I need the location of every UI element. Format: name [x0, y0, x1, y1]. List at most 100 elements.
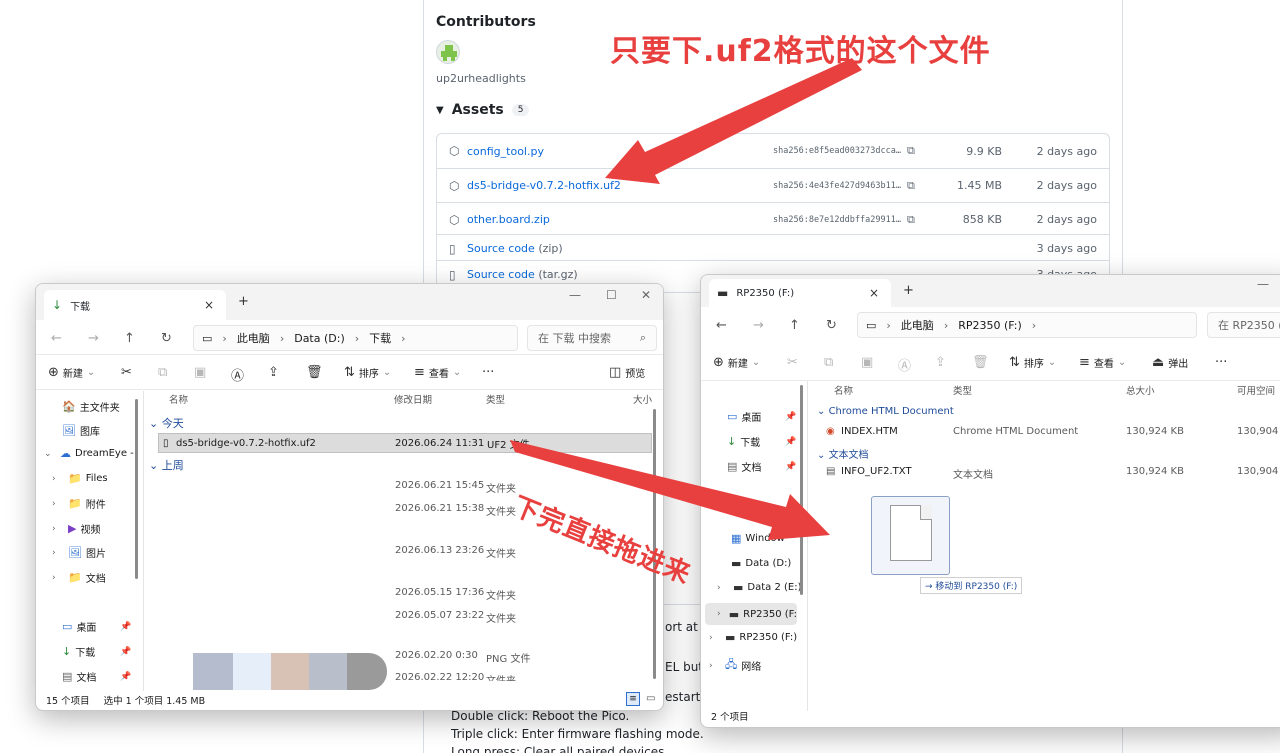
- sidebar-scrollbar[interactable]: [800, 385, 803, 595]
- sidebar-item-onedrive[interactable]: ⌄ ☁ DreamEye -: [44, 447, 134, 460]
- minimize-button[interactable]: —: [569, 288, 581, 302]
- sidebar-item-desktop[interactable]: ▭ 桌面 📌: [727, 409, 797, 424]
- group-header-chrome[interactable]: ⌄ Chrome HTML Document: [817, 406, 954, 417]
- sidebar-item-downloads[interactable]: ↓ 下载 📌: [727, 434, 797, 449]
- copy-button[interactable]: ⧉: [824, 355, 833, 370]
- group-header-last-week[interactable]: ⌄ 上周: [149, 457, 184, 473]
- new-button[interactable]: ⊕ 新建 ⌄: [48, 365, 95, 380]
- sidebar-item-documents-folder[interactable]: › 📁 文档: [52, 570, 106, 585]
- sidebar-item-files[interactable]: › 📁 Files: [52, 472, 108, 485]
- rename-button[interactable]: Ⓐ: [898, 355, 911, 374]
- sidebar-item-attachments[interactable]: › 📁 附件: [52, 496, 106, 511]
- assets-toggle[interactable]: ▼ Assets 5: [436, 102, 530, 118]
- sidebar-item-documents[interactable]: ▤ 文档 📌: [727, 459, 797, 474]
- up-arrow-icon[interactable]: ↑: [789, 318, 800, 333]
- breadcrumb-item[interactable]: Data (D:): [294, 332, 345, 345]
- sidebar-item-home[interactable]: 🏠 主文件夹: [62, 399, 120, 414]
- asset-link[interactable]: other.board.zip: [467, 213, 550, 226]
- forward-arrow-icon[interactable]: →: [753, 318, 764, 333]
- copy-icon[interactable]: ⧉: [907, 213, 915, 227]
- column-header-type[interactable]: 类型: [953, 383, 972, 397]
- breadcrumb-item[interactable]: 下载: [369, 330, 391, 346]
- cut-button[interactable]: ✂: [121, 365, 132, 380]
- asset-link[interactable]: Source code (tar.gz): [467, 268, 578, 281]
- pane-splitter[interactable]: [143, 391, 144, 691]
- forward-arrow-icon[interactable]: →: [88, 331, 99, 346]
- column-header-type[interactable]: 类型: [486, 392, 505, 406]
- sidebar-item-downloads[interactable]: ↓ 下载 📌: [62, 644, 132, 659]
- maximize-button[interactable]: ☐: [606, 288, 617, 302]
- delete-button[interactable]: 🗑: [306, 365, 323, 380]
- sidebar-item-data-e[interactable]: › ▬ Data 2 (E:): [717, 581, 802, 594]
- sidebar-item-desktop[interactable]: ▭ 桌面 📌: [62, 619, 132, 634]
- refresh-icon[interactable]: ↻: [826, 318, 837, 333]
- sidebar-item-rp2350[interactable]: › ▬ RP2350 (F:): [709, 631, 797, 644]
- back-arrow-icon[interactable]: ←: [51, 331, 62, 346]
- eject-button[interactable]: ⏏ 弹出: [1152, 355, 1188, 370]
- new-tab-button[interactable]: +: [903, 283, 914, 298]
- sort-button[interactable]: ⇅ 排序 ⌄: [344, 365, 391, 380]
- file-name[interactable]: INDEX.HTM: [841, 426, 898, 437]
- paste-button[interactable]: ▣: [194, 365, 206, 380]
- copy-icon[interactable]: ⧉: [907, 179, 915, 193]
- close-tab-icon[interactable]: ×: [869, 286, 879, 300]
- breadcrumb-item[interactable]: 此电脑: [237, 330, 270, 346]
- column-header-total-size[interactable]: 总大小: [1126, 383, 1155, 397]
- sidebar-item-windows[interactable]: ▦ Window: [731, 532, 785, 545]
- tab-rp2350[interactable]: ▬ RP2350 (F:) ×: [709, 279, 891, 307]
- new-tab-button[interactable]: +: [238, 294, 249, 309]
- new-button[interactable]: ⊕ 新建 ⌄: [713, 355, 760, 370]
- copy-button[interactable]: ⧉: [158, 365, 167, 380]
- refresh-icon[interactable]: ↻: [161, 331, 172, 346]
- back-arrow-icon[interactable]: ←: [716, 318, 727, 333]
- paste-button[interactable]: ▣: [861, 355, 873, 370]
- group-header-text[interactable]: ⌄ 文本文档: [817, 446, 869, 461]
- breadcrumb-item[interactable]: 此电脑: [901, 317, 934, 333]
- file-name[interactable]: INFO_UF2.TXT: [841, 466, 912, 477]
- file-row-selected[interactable]: ▯ ds5-bridge-v0.7.2-hotfix.uf2 2026.06.2…: [158, 433, 652, 453]
- close-tab-icon[interactable]: ×: [204, 298, 214, 312]
- more-options-button[interactable]: ···: [482, 365, 494, 380]
- preview-pane-button[interactable]: ◫ 预览: [609, 365, 645, 380]
- sort-button[interactable]: ⇅ 排序 ⌄: [1009, 355, 1056, 370]
- asset-link[interactable]: Source code (zip): [467, 242, 563, 255]
- details-view-icon[interactable]: ≡: [626, 692, 640, 706]
- up-arrow-icon[interactable]: ↑: [124, 331, 135, 346]
- sidebar-item-documents[interactable]: ▤ 文档 📌: [62, 669, 132, 684]
- asset-link[interactable]: ds5-bridge-v0.7.2-hotfix.uf2: [467, 179, 621, 192]
- share-button[interactable]: ⇪: [935, 355, 946, 370]
- pane-splitter[interactable]: [807, 381, 808, 711]
- rename-button[interactable]: Ⓐ: [231, 365, 244, 384]
- search-input[interactable]: 在 下载 中搜索 ⌕: [527, 325, 657, 351]
- address-bar[interactable]: ▭ › 此电脑 › RP2350 (F:) ›: [857, 312, 1197, 338]
- search-input[interactable]: 在 RP2350 (F:: [1207, 312, 1280, 338]
- column-header-name[interactable]: 名称: [834, 383, 853, 397]
- share-button[interactable]: ⇪: [268, 365, 279, 380]
- view-button[interactable]: ≡ 查看 ⌄: [1079, 355, 1126, 370]
- close-window-button[interactable]: ✕: [641, 288, 651, 302]
- copy-icon[interactable]: ⧉: [907, 144, 915, 158]
- sidebar-item-rp2350-selected[interactable]: › ▬ RP2350 (F:: [705, 603, 797, 625]
- sidebar-item-network[interactable]: › 🖧 网络: [709, 656, 761, 675]
- more-options-button[interactable]: ···: [1215, 355, 1227, 370]
- column-header-name[interactable]: 名称: [169, 392, 188, 406]
- minimize-button[interactable]: —: [1257, 277, 1269, 291]
- address-bar[interactable]: ▭ › 此电脑 › Data (D:) › 下载 ›: [193, 325, 518, 351]
- delete-button[interactable]: 🗑: [972, 355, 989, 370]
- sidebar-item-pictures[interactable]: › 🖼 图片: [52, 545, 106, 560]
- group-header-today[interactable]: ⌄ 今天: [149, 415, 184, 431]
- sidebar-scrollbar[interactable]: [135, 399, 138, 579]
- tab-downloads[interactable]: ↓ 下载 ×: [44, 290, 226, 320]
- column-header-free-space[interactable]: 可用空间: [1237, 383, 1275, 397]
- sidebar-item-videos[interactable]: › ▶ 视频: [52, 521, 100, 536]
- contributor-avatar[interactable]: [436, 40, 460, 64]
- column-header-size[interactable]: 大小: [633, 392, 652, 406]
- breadcrumb-item[interactable]: RP2350 (F:): [958, 319, 1022, 332]
- cut-button[interactable]: ✂: [787, 355, 798, 370]
- tiles-view-icon[interactable]: ▭: [646, 693, 655, 704]
- asset-link[interactable]: config_tool.py: [467, 145, 544, 158]
- column-header-modified[interactable]: 修改日期: [394, 392, 432, 406]
- view-button[interactable]: ≡ 查看 ⌄: [414, 365, 461, 380]
- sidebar-item-gallery[interactable]: 🖼 图库: [62, 423, 100, 438]
- contributor-username[interactable]: up2urheadlights: [436, 72, 526, 85]
